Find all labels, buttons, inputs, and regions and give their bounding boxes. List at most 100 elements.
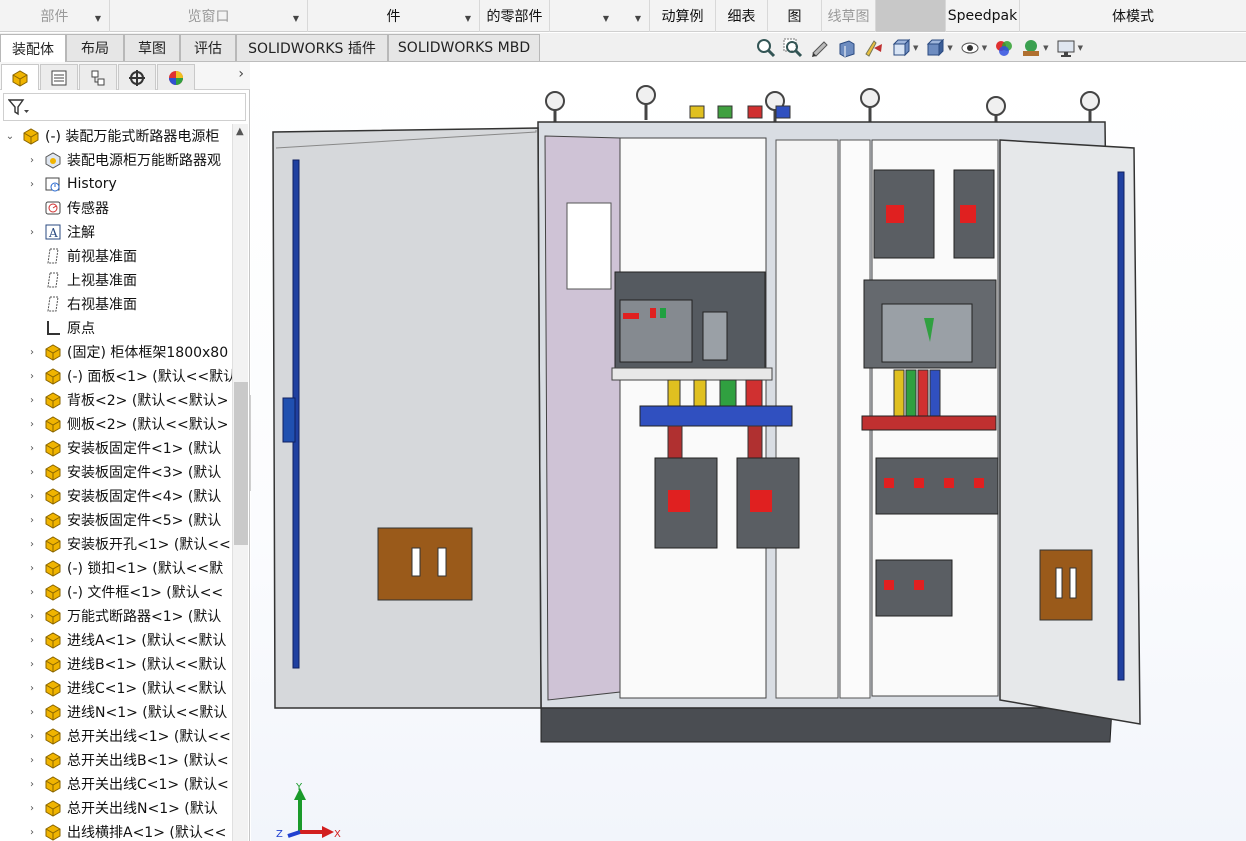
zoom-to-fit-icon[interactable]	[755, 38, 777, 58]
previous-view-icon[interactable]	[809, 38, 831, 58]
tab-solidworks-addins[interactable]: SOLIDWORKS 插件	[236, 34, 388, 61]
expand-arrow-icon[interactable]: ›	[26, 683, 38, 694]
tree-item[interactable]: › 安装板固定件<5> (默认	[0, 508, 232, 532]
configurationmanager-tab[interactable]	[79, 64, 117, 90]
expand-arrow-icon[interactable]: ›	[26, 539, 38, 550]
tree-item[interactable]: › 进线A<1> (默认<<默认	[0, 628, 232, 652]
tree-item[interactable]: › 总开关出线N<1> (默认	[0, 796, 232, 820]
expand-arrow-icon[interactable]: ›	[26, 371, 38, 382]
propertymanager-tab[interactable]	[40, 64, 78, 90]
graphics-area[interactable]	[251, 62, 1246, 841]
tree-item[interactable]: › (固定) 柜体框架1800x80	[0, 340, 232, 364]
tree-item[interactable]: › A 注解	[0, 220, 232, 244]
dynamic-annotation-icon[interactable]	[863, 38, 885, 58]
expand-arrow-icon[interactable]: ›	[26, 707, 38, 718]
tree-item[interactable]: › 装配电源柜万能断路器观	[0, 148, 232, 172]
hide-show-icon[interactable]	[959, 38, 981, 58]
expand-arrow-icon[interactable]: ›	[26, 635, 38, 646]
tab-evaluate[interactable]: 评估	[180, 34, 236, 61]
expand-arrow-icon[interactable]: ›	[26, 443, 38, 454]
expand-arrow-icon[interactable]: ›	[26, 755, 38, 766]
tree-scrollbar[interactable]: ▲	[232, 124, 248, 841]
ribbon-button-6[interactable]: 细表	[716, 0, 768, 32]
scroll-up-icon[interactable]: ▲	[236, 126, 244, 137]
tree-item[interactable]: › 侧板<2> (默认<<默认>	[0, 412, 232, 436]
tree-item[interactable]: › 出线横排A<1> (默认<<	[0, 820, 232, 841]
expand-arrow-icon[interactable]: ›	[26, 467, 38, 478]
expand-arrow-icon[interactable]: ›	[26, 659, 38, 670]
ribbon-button-1[interactable]: 览窗口 ▼	[110, 0, 308, 32]
expand-arrow-icon[interactable]: ›	[26, 803, 38, 814]
tree-item[interactable]: › 总开关出线B<1> (默认<	[0, 748, 232, 772]
speedpak-button[interactable]: Speedpak	[946, 0, 1020, 32]
tree-item[interactable]: › 安装板固定件<4> (默认	[0, 484, 232, 508]
chevron-down-icon[interactable]: ▼	[1078, 44, 1083, 52]
tree-item[interactable]: › (-) 锁扣<1> (默认<<默	[0, 556, 232, 580]
tree-item[interactable]: 右视基准面	[0, 292, 232, 316]
display-style-icon[interactable]	[924, 38, 946, 58]
display-manager-tab[interactable]	[157, 64, 195, 90]
tree-item[interactable]: › 安装板开孔<1> (默认<<	[0, 532, 232, 556]
tree-item[interactable]: › (-) 文件框<1> (默认<<	[0, 580, 232, 604]
ribbon-button-2[interactable]: 件 ▼	[308, 0, 480, 32]
chevron-down-icon[interactable]: ▼	[982, 44, 987, 52]
expand-arrow-icon[interactable]: ›	[26, 563, 38, 574]
tree-item[interactable]: 传感器	[0, 196, 232, 220]
tree-item[interactable]: › 进线B<1> (默认<<默认	[0, 652, 232, 676]
tab-solidworks-mbd[interactable]: SOLIDWORKS MBD	[388, 34, 540, 61]
chevron-right-icon[interactable]: ›	[238, 66, 244, 82]
tree-item[interactable]: › 进线C<1> (默认<<默认	[0, 676, 232, 700]
dropdown-arrow-icon[interactable]: ▼	[603, 14, 609, 23]
ribbon-button-11[interactable]: 体模式	[1020, 0, 1246, 32]
dropdown-arrow-icon[interactable]: ▼	[293, 14, 299, 23]
chevron-down-icon[interactable]: ▼	[913, 44, 918, 52]
expand-arrow-icon[interactable]: ›	[26, 419, 38, 430]
tree-item[interactable]: › 进线N<1> (默认<<默认	[0, 700, 232, 724]
collapse-arrow-icon[interactable]: ⌄	[4, 131, 16, 142]
tab-sketch[interactable]: 草图	[124, 34, 180, 61]
dropdown-arrow-icon[interactable]: ▼	[465, 14, 471, 23]
tree-root[interactable]: ⌄ (-) 装配万能式断路器电源柜	[0, 124, 232, 148]
tree-item[interactable]: › 总开关出线<1> (默认<<	[0, 724, 232, 748]
view-orientation-icon[interactable]	[890, 38, 912, 58]
ribbon-button-3[interactable]: 的零部件	[480, 0, 550, 32]
edit-appearance-icon[interactable]	[993, 38, 1015, 58]
tab-assembly[interactable]: 装配体	[0, 34, 66, 62]
ribbon-button-0[interactable]: 部件 ▼	[0, 0, 110, 32]
tree-item[interactable]: 上视基准面	[0, 268, 232, 292]
ribbon-button-4[interactable]: ▼ ▼	[550, 0, 650, 32]
expand-arrow-icon[interactable]: ›	[26, 731, 38, 742]
chevron-down-icon[interactable]: ▼	[947, 44, 952, 52]
ribbon-button-7[interactable]: 图	[768, 0, 822, 32]
expand-arrow-icon[interactable]: ›	[26, 515, 38, 526]
tab-layout[interactable]: 布局	[66, 34, 124, 61]
expand-arrow-icon[interactable]: ›	[26, 779, 38, 790]
view-settings-icon[interactable]	[1055, 38, 1077, 58]
ribbon-button-8[interactable]: 线草图	[822, 0, 876, 32]
expand-arrow-icon[interactable]: ›	[26, 395, 38, 406]
featuremanager-tab[interactable]	[1, 64, 39, 90]
tree-item[interactable]: › 安装板固定件<3> (默认	[0, 460, 232, 484]
dropdown-arrow-icon[interactable]: ▼	[95, 14, 101, 23]
tree-item[interactable]: › (-) 面板<1> (默认<<默认	[0, 364, 232, 388]
tree-item[interactable]: › History	[0, 172, 232, 196]
chevron-down-icon[interactable]: ▼	[1043, 44, 1048, 52]
dropdown-arrow-icon[interactable]: ▼	[635, 14, 641, 23]
tree-item[interactable]: 原点	[0, 316, 232, 340]
zoom-to-area-icon[interactable]	[782, 38, 804, 58]
expand-arrow-icon[interactable]: ›	[26, 155, 38, 166]
tree-item[interactable]: › 背板<2> (默认<<默认>	[0, 388, 232, 412]
apply-scene-icon[interactable]	[1020, 38, 1042, 58]
ribbon-button-5[interactable]: 动算例	[650, 0, 716, 32]
expand-arrow-icon[interactable]: ›	[26, 491, 38, 502]
tree-item[interactable]: 前视基准面	[0, 244, 232, 268]
expand-arrow-icon[interactable]: ›	[26, 347, 38, 358]
expand-arrow-icon[interactable]: ›	[26, 611, 38, 622]
scrollbar-thumb[interactable]	[234, 382, 248, 545]
tree-item[interactable]: › 安装板固定件<1> (默认	[0, 436, 232, 460]
expand-arrow-icon[interactable]: ›	[26, 827, 38, 838]
expand-arrow-icon[interactable]: ›	[26, 227, 38, 238]
expand-arrow-icon[interactable]: ›	[26, 179, 38, 190]
ribbon-button-9[interactable]	[876, 0, 946, 32]
section-view-icon[interactable]	[836, 38, 858, 58]
